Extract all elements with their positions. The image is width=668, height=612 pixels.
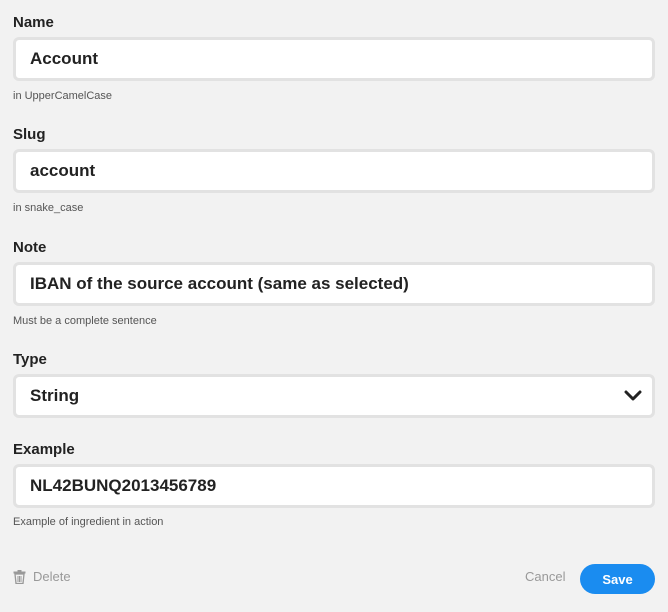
example-input[interactable]: NL42BUNQ2013456789: [13, 464, 655, 508]
name-hint: in UpperCamelCase: [13, 90, 113, 102]
name-input-value: Account: [30, 49, 98, 68]
note-label: Note: [13, 239, 47, 256]
delete-button[interactable]: Delete: [13, 569, 71, 584]
slug-label: Slug: [13, 126, 46, 143]
type-label: Type: [13, 351, 47, 368]
slug-hint: in snake_case: [13, 202, 84, 214]
save-button[interactable]: Save: [580, 564, 655, 594]
ingredient-form: Name Account in UpperCamelCase Slug acco…: [0, 0, 668, 612]
example-hint: Example of ingredient in action: [13, 516, 164, 528]
note-input-value: IBAN of the source account (same as sele…: [30, 274, 409, 293]
delete-label: Delete: [33, 569, 71, 584]
slug-input[interactable]: account: [13, 149, 655, 193]
slug-input-value: account: [30, 161, 96, 180]
note-input[interactable]: IBAN of the source account (same as sele…: [13, 262, 655, 306]
cancel-button[interactable]: Cancel: [525, 569, 565, 584]
chevron-down-icon: [624, 390, 642, 401]
type-select-value: String: [30, 386, 80, 405]
example-input-value: NL42BUNQ2013456789: [30, 476, 217, 495]
name-input[interactable]: Account: [13, 37, 655, 81]
example-label: Example: [13, 441, 75, 458]
trash-icon: [13, 569, 26, 584]
note-hint: Must be a complete sentence: [13, 315, 157, 327]
type-select[interactable]: String: [13, 374, 655, 418]
name-label: Name: [13, 14, 54, 31]
